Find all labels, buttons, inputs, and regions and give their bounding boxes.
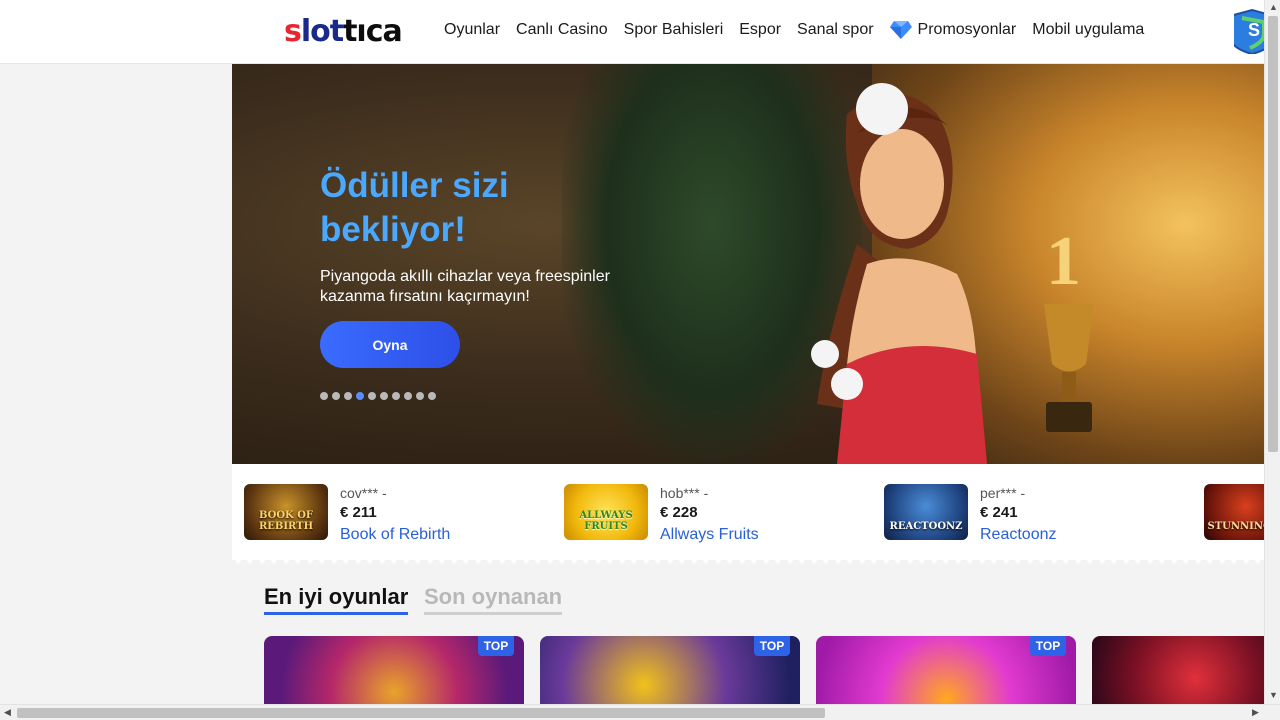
winner-item[interactable]: ALLWAYS FRUITS hob*** - € 228 Allways Fr…: [564, 484, 759, 543]
winner-item[interactable]: REACTOONZ per*** - € 241 Reactoonz: [884, 484, 1057, 543]
diamond-icon: [889, 21, 912, 39]
thumbnail-text: STUNNING H: [1207, 521, 1264, 532]
carousel-dot[interactable]: [428, 392, 436, 400]
nav-item-canli-casino[interactable]: Canlı Casino: [516, 21, 608, 39]
top-badge: TOP: [754, 636, 790, 656]
vertical-scrollbar[interactable]: ▲ ▼: [1264, 0, 1280, 704]
winner-game-link[interactable]: Book of Rebirth: [340, 524, 450, 546]
nav-label: Promosyonlar: [917, 21, 1017, 38]
svg-text:S: S: [1248, 20, 1260, 40]
logo-part-lot: lot: [300, 13, 344, 49]
top-badge: TOP: [478, 636, 514, 656]
carousel-dot[interactable]: [332, 392, 340, 400]
nav-item-sanal-spor[interactable]: Sanal spor: [797, 21, 874, 39]
winner-username: cov*** -: [340, 485, 387, 501]
thumbnail-text: REACTOONZ: [889, 521, 963, 532]
winner-username: per*** -: [980, 485, 1026, 501]
zigzag-edge: [232, 556, 1264, 564]
thumbnail-text: BOOK OF REBIRTH: [258, 510, 314, 532]
winner-amount: € 228: [660, 504, 698, 521]
scroll-up-arrow-icon[interactable]: ▲: [1269, 2, 1278, 12]
game-thumbnail: REACTOONZ: [884, 484, 968, 540]
svg-text:1: 1: [1046, 223, 1081, 300]
winner-info: cov*** - € 211 Book of Rebirth: [340, 484, 450, 543]
top-badge: TOP: [1030, 636, 1066, 656]
carousel-dots: [320, 392, 436, 400]
carousel-dot[interactable]: [416, 392, 424, 400]
play-button[interactable]: Oyna: [320, 321, 460, 368]
scrollbar-thumb[interactable]: [17, 708, 825, 718]
nav-item-oyunlar[interactable]: Oyunlar: [444, 21, 500, 39]
scroll-left-arrow-icon[interactable]: ◀: [4, 707, 11, 718]
nav-item-spor-bahisleri[interactable]: Spor Bahisleri: [624, 21, 724, 39]
carousel-dot[interactable]: [344, 392, 352, 400]
winner-info: per*** - € 241 Reactoonz: [980, 484, 1057, 543]
winner-game-link[interactable]: Allways Fruits: [660, 524, 759, 546]
game-thumbnail: BOOK OF REBIRTH: [244, 484, 328, 540]
logo-part-s: s: [284, 13, 302, 49]
scrollbar-thumb[interactable]: [1268, 16, 1278, 452]
nav-label: Mobil uygulama: [1032, 21, 1145, 38]
carousel-dot[interactable]: [356, 392, 364, 400]
game-thumbnail: STUNNING H: [1204, 484, 1264, 540]
game-thumbnail: ALLWAYS FRUITS: [564, 484, 648, 540]
nav-item-mobil-uygulama[interactable]: Mobil uygulama: [1032, 21, 1144, 39]
nav-label: Oyunlar: [444, 21, 501, 38]
winner-amount: € 241: [980, 504, 1018, 521]
game-card[interactable]: [1092, 636, 1264, 706]
carousel-dot[interactable]: [320, 392, 328, 400]
santa-girl-illustration: [811, 83, 987, 464]
nav-item-promosyonlar[interactable]: Promosyonlar: [889, 20, 1017, 40]
nav-item-espor[interactable]: Espor: [739, 21, 781, 39]
thumbnail-text: ALLWAYS FRUITS: [579, 510, 633, 532]
winner-item[interactable]: BOOK OF REBIRTH cov*** - € 211 Book of R…: [244, 484, 450, 543]
logo-part-tica: tıca: [343, 13, 403, 49]
winner-game-link[interactable]: Reactoonz: [980, 524, 1057, 546]
nav-label: Sanal spor: [797, 21, 874, 38]
tab-top-games[interactable]: En iyi oyunlar: [264, 584, 409, 615]
carousel-dot[interactable]: [404, 392, 412, 400]
winner-item[interactable]: STUNNING H: [1204, 484, 1264, 540]
site-header: s lot tıca Oyunlar Canlı Casino Spor Bahis…: [0, 0, 1264, 64]
hero-subtitle: Piyangoda akıllı cihazlar veya freespinl…: [320, 268, 610, 305]
tab-recently-played[interactable]: Son oynanan: [424, 584, 563, 615]
carousel-dot[interactable]: [392, 392, 400, 400]
horizontal-scrollbar[interactable]: ◀ ▶: [0, 704, 1280, 720]
trophy-image: 1: [1044, 223, 1094, 432]
game-card[interactable]: TOP: [264, 636, 524, 706]
hero-banner: 1 Ödüller sizi bekliyor! Piyangoda akıll…: [232, 64, 1264, 464]
game-card[interactable]: TOP: [816, 636, 1076, 706]
game-card[interactable]: TOP: [540, 636, 800, 706]
nav-label: Espor: [739, 21, 782, 38]
recent-winners-strip: BOOK OF REBIRTH cov*** - € 211 Book of R…: [232, 464, 1264, 560]
hero-title: Ödüller sizi bekliyor!: [320, 166, 509, 249]
main-nav: Oyunlar Canlı Casino Spor Bahisleri Espo…: [444, 20, 1160, 40]
winner-info: hob*** - € 228 Allways Fruits: [660, 484, 759, 543]
carousel-dot[interactable]: [380, 392, 388, 400]
scroll-down-arrow-icon[interactable]: ▼: [1269, 690, 1278, 700]
shield-icon[interactable]: S: [1234, 8, 1264, 54]
scroll-right-arrow-icon[interactable]: ▶: [1252, 707, 1259, 718]
nav-label: Canlı Casino: [516, 21, 608, 38]
site-logo[interactable]: s lot tıca: [284, 13, 403, 49]
winner-amount: € 211: [340, 504, 377, 521]
nav-label: Spor Bahisleri: [623, 21, 724, 38]
winner-username: hob*** -: [660, 485, 709, 501]
carousel-dot[interactable]: [368, 392, 376, 400]
